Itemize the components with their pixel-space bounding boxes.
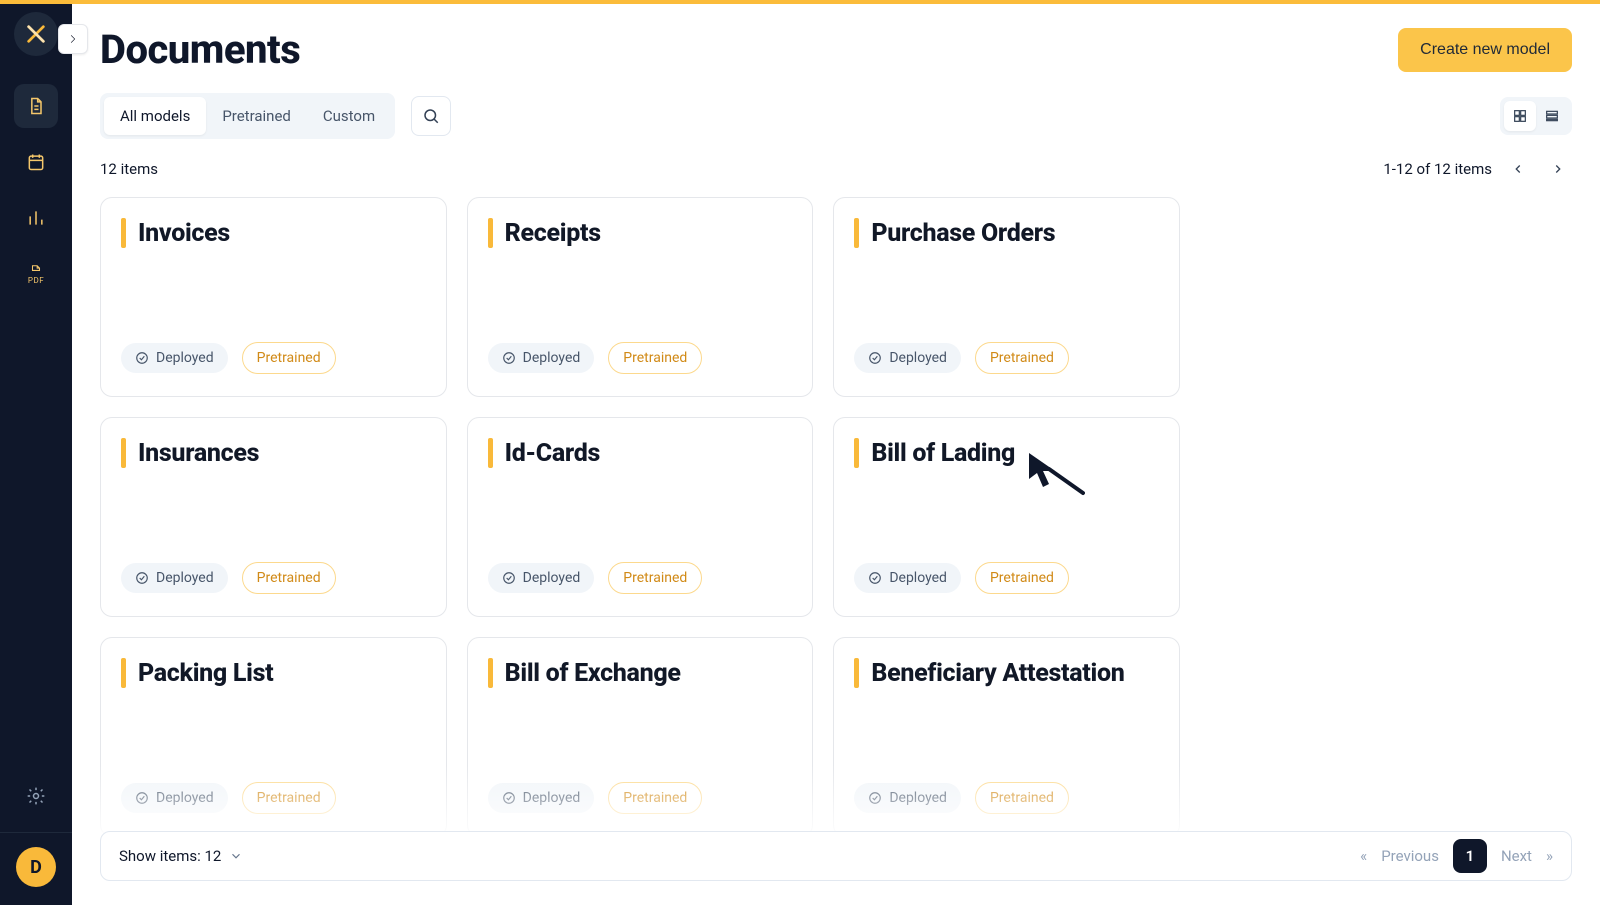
brand-logo[interactable] bbox=[14, 12, 58, 56]
model-card[interactable]: Packing List Deployed Pretrained bbox=[100, 637, 447, 837]
top-accent-bar bbox=[0, 0, 1600, 4]
pager-previous[interactable]: Previous bbox=[1381, 847, 1439, 865]
main-content: Documents Create new model All models Pr… bbox=[72, 4, 1600, 905]
card-accent bbox=[854, 438, 859, 468]
sidebar-expand-button[interactable] bbox=[58, 24, 88, 54]
status-badge-deployed: Deployed bbox=[121, 343, 228, 373]
view-list-button[interactable] bbox=[1536, 101, 1568, 131]
items-range: 1-12 of 12 items bbox=[1383, 160, 1492, 178]
card-title: Beneficiary Attestation bbox=[871, 659, 1124, 688]
card-accent bbox=[121, 218, 126, 248]
chevron-down-icon bbox=[229, 849, 243, 863]
tab-custom[interactable]: Custom bbox=[307, 97, 391, 135]
status-badge-deployed: Deployed bbox=[854, 563, 961, 593]
tag-pretrained: Pretrained bbox=[608, 342, 702, 374]
model-card[interactable]: Beneficiary Attestation Deployed Pretrai… bbox=[833, 637, 1180, 837]
page-title: Documents bbox=[100, 26, 300, 73]
model-card[interactable]: Id-Cards Deployed Pretrained bbox=[467, 417, 814, 617]
model-card[interactable]: Receipts Deployed Pretrained bbox=[467, 197, 814, 397]
card-title: Purchase Orders bbox=[871, 219, 1055, 248]
status-badge-deployed: Deployed bbox=[488, 343, 595, 373]
show-items-dropdown[interactable]: Show items: 12 bbox=[119, 847, 243, 865]
status-badge-deployed: Deployed bbox=[121, 783, 228, 813]
tag-pretrained: Pretrained bbox=[242, 782, 336, 814]
tab-all-models[interactable]: All models bbox=[104, 97, 206, 135]
check-circle-icon bbox=[502, 571, 516, 585]
model-card[interactable]: Bill of Lading Deployed Pretrained bbox=[833, 417, 1180, 617]
card-title: Packing List bbox=[138, 659, 273, 688]
card-accent bbox=[121, 658, 126, 688]
range-next-button[interactable] bbox=[1544, 155, 1572, 183]
card-title: Id-Cards bbox=[505, 439, 600, 468]
view-switch bbox=[1500, 97, 1572, 135]
pagination-bar: Show items: 12 « Previous 1 Next » bbox=[100, 831, 1572, 881]
model-filter-tabs: All models Pretrained Custom bbox=[100, 93, 395, 139]
nav-documents[interactable] bbox=[14, 84, 58, 128]
model-card[interactable]: Invoices Deployed Pretrained bbox=[100, 197, 447, 397]
avatar[interactable]: D bbox=[16, 847, 56, 887]
nav-analytics[interactable] bbox=[14, 196, 58, 240]
check-circle-icon bbox=[868, 791, 882, 805]
card-title: Bill of Exchange bbox=[505, 659, 681, 688]
grid-icon bbox=[1512, 108, 1528, 124]
sidebar: PDF D bbox=[0, 0, 72, 905]
status-badge-deployed: Deployed bbox=[854, 343, 961, 373]
check-circle-icon bbox=[135, 571, 149, 585]
check-circle-icon bbox=[868, 571, 882, 585]
tag-pretrained: Pretrained bbox=[242, 562, 336, 594]
model-card[interactable]: Bill of Exchange Deployed Pretrained bbox=[467, 637, 814, 837]
status-badge-deployed: Deployed bbox=[488, 563, 595, 593]
model-card[interactable]: Purchase Orders Deployed Pretrained bbox=[833, 197, 1180, 397]
card-accent bbox=[488, 218, 493, 248]
card-title: Invoices bbox=[138, 219, 230, 248]
pager-last[interactable]: » bbox=[1546, 847, 1553, 865]
tag-pretrained: Pretrained bbox=[608, 782, 702, 814]
check-circle-icon bbox=[135, 791, 149, 805]
tag-pretrained: Pretrained bbox=[975, 782, 1069, 814]
card-accent bbox=[488, 658, 493, 688]
model-card[interactable]: Insurances Deployed Pretrained bbox=[100, 417, 447, 617]
cards-grid: Invoices Deployed Pretrained Receipts De… bbox=[100, 197, 1180, 837]
status-badge-deployed: Deployed bbox=[121, 563, 228, 593]
tag-pretrained: Pretrained bbox=[608, 562, 702, 594]
nav-pdf[interactable]: PDF bbox=[14, 252, 58, 296]
check-circle-icon bbox=[502, 791, 516, 805]
show-items-label: Show items: 12 bbox=[119, 847, 221, 865]
nav-settings[interactable] bbox=[14, 774, 58, 818]
items-count: 12 items bbox=[100, 160, 158, 178]
create-new-model-button[interactable]: Create new model bbox=[1398, 28, 1572, 72]
range-prev-button[interactable] bbox=[1504, 155, 1532, 183]
search-button[interactable] bbox=[411, 96, 451, 136]
check-circle-icon bbox=[502, 351, 516, 365]
pager-next[interactable]: Next bbox=[1501, 847, 1532, 865]
check-circle-icon bbox=[135, 351, 149, 365]
pager-first[interactable]: « bbox=[1360, 847, 1367, 865]
card-accent bbox=[854, 658, 859, 688]
view-grid-button[interactable] bbox=[1504, 101, 1536, 131]
tag-pretrained: Pretrained bbox=[975, 562, 1069, 594]
search-icon bbox=[422, 107, 440, 125]
card-title: Insurances bbox=[138, 439, 259, 468]
card-accent bbox=[121, 438, 126, 468]
list-icon bbox=[1544, 108, 1560, 124]
card-accent bbox=[488, 438, 493, 468]
tab-pretrained[interactable]: Pretrained bbox=[206, 97, 307, 135]
nav-calendar[interactable] bbox=[14, 140, 58, 184]
sidebar-divider bbox=[0, 832, 72, 833]
status-badge-deployed: Deployed bbox=[488, 783, 595, 813]
status-badge-deployed: Deployed bbox=[854, 783, 961, 813]
card-title: Receipts bbox=[505, 219, 601, 248]
check-circle-icon bbox=[868, 351, 882, 365]
pdf-icon-label: PDF bbox=[28, 276, 44, 285]
card-accent bbox=[854, 218, 859, 248]
card-title: Bill of Lading bbox=[871, 439, 1015, 468]
tag-pretrained: Pretrained bbox=[242, 342, 336, 374]
pager-current-page[interactable]: 1 bbox=[1453, 839, 1487, 873]
tag-pretrained: Pretrained bbox=[975, 342, 1069, 374]
